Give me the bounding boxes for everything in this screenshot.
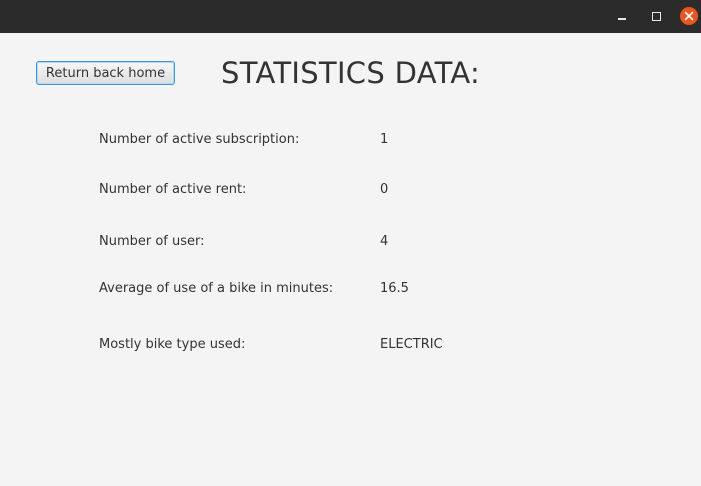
stat-value-average-use: 16.5 [380,281,409,296]
statistics-panel: Return back home STATISTICS DATA: Number… [0,33,701,486]
close-button[interactable] [680,7,698,25]
stat-value-user-count: 4 [380,234,389,249]
stat-value-active-rent: 0 [380,182,389,197]
window-titlebar [0,0,701,33]
stat-value-bike-type: ELECTRIC [380,337,443,352]
stat-label-active-subscription: Number of active subscription: [99,132,300,147]
maximize-icon [651,11,661,21]
stat-label-bike-type: Mostly bike type used: [99,337,246,352]
stat-label-average-use: Average of use of a bike in minutes: [99,281,334,296]
page-title: STATISTICS DATA: [221,56,481,90]
stat-label-active-rent: Number of active rent: [99,182,247,197]
close-icon [684,11,694,21]
minimize-icon [618,18,626,20]
maximize-button[interactable] [647,7,665,25]
stat-value-active-subscription: 1 [380,132,389,147]
minimize-button[interactable] [613,7,631,25]
stat-label-user-count: Number of user: [99,234,205,249]
return-home-button[interactable]: Return back home [36,61,175,85]
